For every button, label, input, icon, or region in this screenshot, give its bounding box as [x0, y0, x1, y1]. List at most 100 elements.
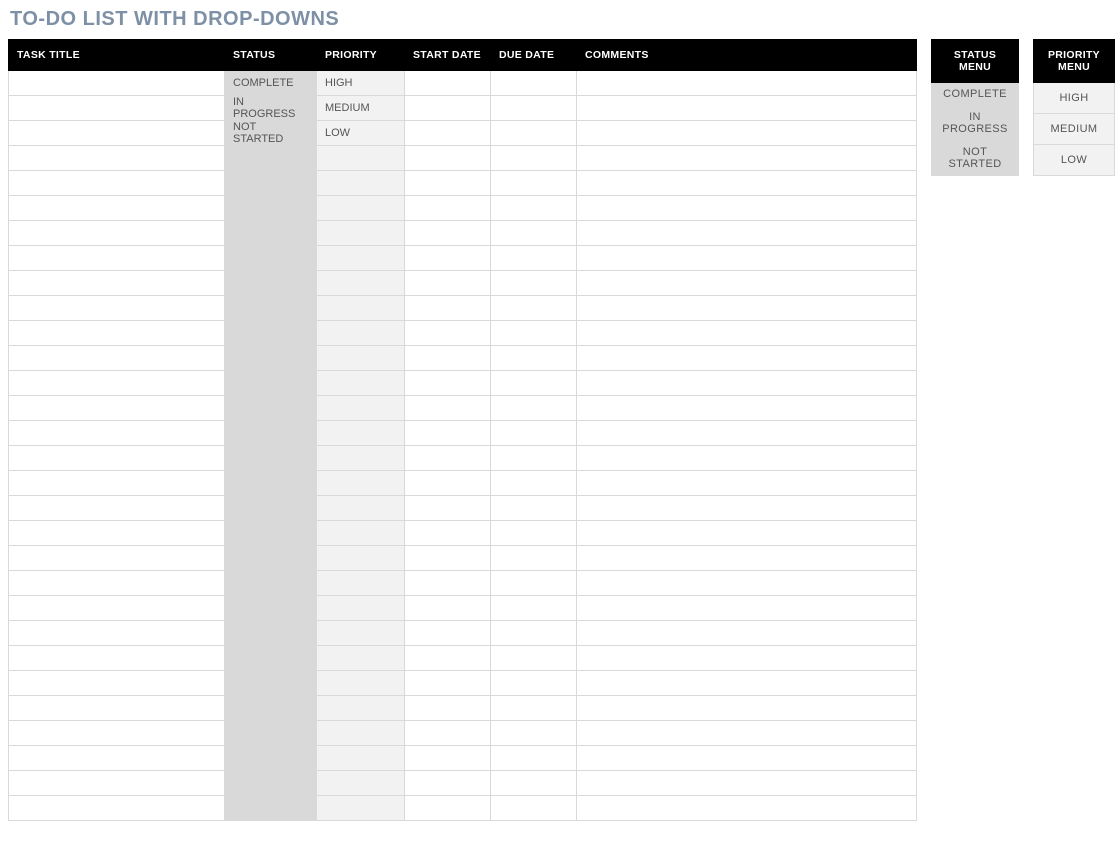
cell-task-title[interactable]	[9, 746, 225, 771]
cell-comments[interactable]	[577, 746, 917, 771]
cell-status[interactable]	[225, 646, 317, 671]
cell-comments[interactable]	[577, 671, 917, 696]
cell-status[interactable]	[225, 721, 317, 746]
cell-status[interactable]	[225, 146, 317, 171]
cell-priority[interactable]	[317, 346, 405, 371]
cell-status[interactable]	[225, 321, 317, 346]
cell-comments[interactable]	[577, 296, 917, 321]
cell-task-title[interactable]	[9, 146, 225, 171]
cell-task-title[interactable]	[9, 321, 225, 346]
cell-task-title[interactable]	[9, 371, 225, 396]
cell-status[interactable]	[225, 771, 317, 796]
cell-priority[interactable]	[317, 396, 405, 421]
cell-comments[interactable]	[577, 796, 917, 821]
cell-task-title[interactable]	[9, 771, 225, 796]
cell-start-date[interactable]	[405, 371, 491, 396]
cell-status[interactable]	[225, 671, 317, 696]
cell-priority[interactable]: HIGH	[317, 71, 405, 96]
cell-task-title[interactable]	[9, 221, 225, 246]
cell-start-date[interactable]	[405, 221, 491, 246]
cell-task-title[interactable]	[9, 196, 225, 221]
cell-due-date[interactable]	[491, 171, 577, 196]
cell-comments[interactable]	[577, 96, 917, 121]
cell-priority[interactable]	[317, 646, 405, 671]
cell-status[interactable]: IN PROGRESS	[225, 96, 317, 121]
cell-task-title[interactable]	[9, 646, 225, 671]
cell-task-title[interactable]	[9, 496, 225, 521]
cell-start-date[interactable]	[405, 396, 491, 421]
cell-status[interactable]	[225, 746, 317, 771]
cell-status[interactable]	[225, 346, 317, 371]
cell-status[interactable]	[225, 271, 317, 296]
cell-priority[interactable]	[317, 496, 405, 521]
cell-comments[interactable]	[577, 371, 917, 396]
cell-task-title[interactable]	[9, 71, 225, 96]
cell-start-date[interactable]	[405, 721, 491, 746]
cell-due-date[interactable]	[491, 771, 577, 796]
cell-comments[interactable]	[577, 246, 917, 271]
cell-task-title[interactable]	[9, 346, 225, 371]
cell-start-date[interactable]	[405, 346, 491, 371]
cell-task-title[interactable]	[9, 121, 225, 146]
cell-due-date[interactable]	[491, 121, 577, 146]
cell-due-date[interactable]	[491, 346, 577, 371]
cell-due-date[interactable]	[491, 621, 577, 646]
cell-task-title[interactable]	[9, 271, 225, 296]
cell-status[interactable]	[225, 596, 317, 621]
cell-priority[interactable]	[317, 721, 405, 746]
cell-due-date[interactable]	[491, 71, 577, 96]
cell-due-date[interactable]	[491, 271, 577, 296]
cell-status[interactable]: NOT STARTED	[225, 121, 317, 146]
cell-comments[interactable]	[577, 546, 917, 571]
cell-start-date[interactable]	[405, 321, 491, 346]
status-menu-option[interactable]: IN PROGRESS	[932, 106, 1019, 141]
cell-start-date[interactable]	[405, 171, 491, 196]
cell-priority[interactable]	[317, 571, 405, 596]
cell-task-title[interactable]	[9, 521, 225, 546]
cell-status[interactable]	[225, 171, 317, 196]
cell-due-date[interactable]	[491, 796, 577, 821]
cell-priority[interactable]	[317, 146, 405, 171]
cell-due-date[interactable]	[491, 396, 577, 421]
cell-due-date[interactable]	[491, 446, 577, 471]
cell-start-date[interactable]	[405, 296, 491, 321]
cell-status[interactable]	[225, 421, 317, 446]
cell-priority[interactable]	[317, 546, 405, 571]
cell-priority[interactable]: MEDIUM	[317, 96, 405, 121]
cell-status[interactable]	[225, 571, 317, 596]
cell-comments[interactable]	[577, 571, 917, 596]
cell-priority[interactable]: LOW	[317, 121, 405, 146]
cell-comments[interactable]	[577, 346, 917, 371]
cell-start-date[interactable]	[405, 671, 491, 696]
cell-priority[interactable]	[317, 421, 405, 446]
cell-status[interactable]	[225, 296, 317, 321]
cell-due-date[interactable]	[491, 146, 577, 171]
cell-status[interactable]	[225, 196, 317, 221]
cell-status[interactable]	[225, 621, 317, 646]
priority-menu-option[interactable]: MEDIUM	[1034, 114, 1115, 145]
cell-task-title[interactable]	[9, 296, 225, 321]
cell-due-date[interactable]	[491, 196, 577, 221]
cell-priority[interactable]	[317, 521, 405, 546]
cell-start-date[interactable]	[405, 771, 491, 796]
cell-priority[interactable]	[317, 221, 405, 246]
cell-comments[interactable]	[577, 696, 917, 721]
cell-priority[interactable]	[317, 696, 405, 721]
cell-status[interactable]	[225, 246, 317, 271]
cell-start-date[interactable]	[405, 146, 491, 171]
cell-priority[interactable]	[317, 171, 405, 196]
cell-comments[interactable]	[577, 621, 917, 646]
cell-priority[interactable]	[317, 621, 405, 646]
cell-comments[interactable]	[577, 396, 917, 421]
cell-status[interactable]	[225, 696, 317, 721]
cell-comments[interactable]	[577, 646, 917, 671]
cell-start-date[interactable]	[405, 421, 491, 446]
cell-priority[interactable]	[317, 471, 405, 496]
status-menu-option[interactable]: NOT STARTED	[932, 141, 1019, 176]
cell-comments[interactable]	[577, 146, 917, 171]
cell-start-date[interactable]	[405, 696, 491, 721]
cell-comments[interactable]	[577, 421, 917, 446]
cell-comments[interactable]	[577, 196, 917, 221]
cell-start-date[interactable]	[405, 471, 491, 496]
cell-due-date[interactable]	[491, 746, 577, 771]
